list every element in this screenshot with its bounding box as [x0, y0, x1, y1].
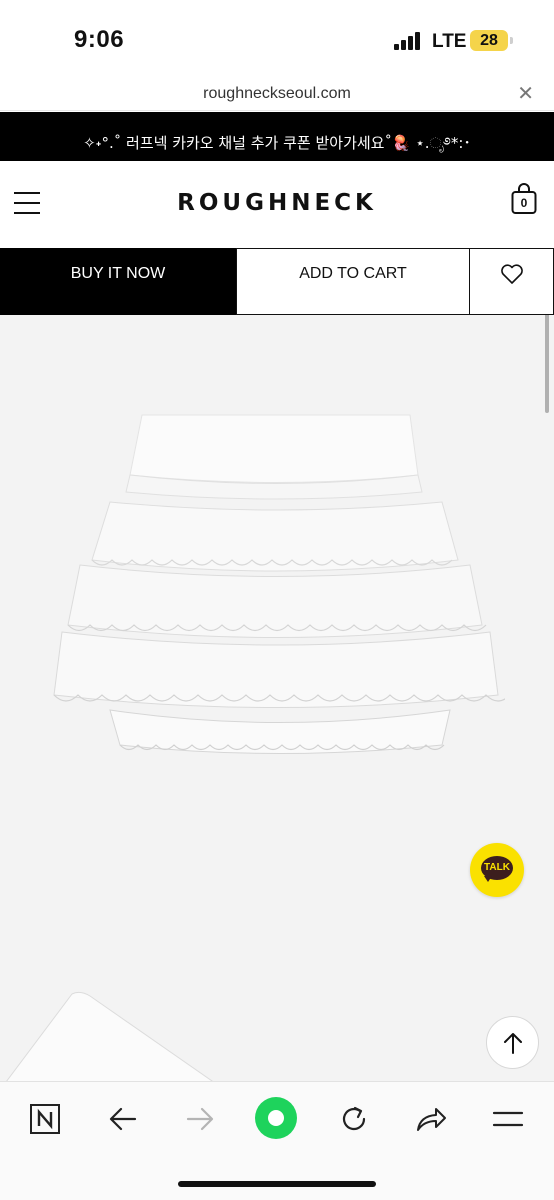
green-dot-icon[interactable]: [254, 1096, 298, 1140]
close-icon[interactable]: ✕: [517, 84, 534, 104]
chat-bubble-tail: [484, 876, 492, 882]
status-time: 9:06: [74, 26, 125, 53]
battery-cap: [510, 37, 513, 44]
forward-arrow-icon[interactable]: [183, 1102, 217, 1136]
share-icon[interactable]: [414, 1102, 448, 1136]
signal-icon: [394, 32, 422, 50]
buy-now-button[interactable]: BUY IT NOW: [0, 248, 236, 315]
scroll-top-button[interactable]: [486, 1016, 539, 1069]
kakao-talk-label: TALK: [484, 862, 510, 873]
site-header: ROUGHNECK 0: [0, 161, 554, 248]
product-gallery[interactable]: [0, 315, 554, 1081]
site-logo[interactable]: ROUGHNECK: [0, 190, 554, 216]
purchase-action-bar: BUY IT NOW ADD TO CART: [0, 248, 554, 315]
shopping-bag-icon[interactable]: 0: [511, 183, 537, 215]
url-text[interactable]: roughneckseoul.com: [0, 85, 554, 103]
naver-icon[interactable]: [28, 1102, 62, 1136]
product-image-ruffle-skirt[interactable]: [50, 410, 505, 765]
arrow-up-icon: [504, 1033, 522, 1054]
announcement-banner[interactable]: ✧˖°.˚ 러프넥 카카오 채널 추가 쿠폰 받아가세요˚🪼 ⋆.ೃ࿔*:･: [0, 112, 554, 161]
network-label: LTE: [432, 31, 467, 52]
page-scrollbar[interactable]: [545, 315, 549, 413]
wishlist-button[interactable]: [469, 248, 554, 315]
menu-icon[interactable]: [491, 1102, 525, 1136]
status-bar: 9:06 LTE 28: [0, 0, 554, 80]
cart-count: 0: [520, 196, 528, 210]
kakao-talk-button[interactable]: TALK: [470, 843, 524, 897]
refresh-icon[interactable]: [337, 1102, 371, 1136]
heart-icon: [501, 264, 523, 284]
browser-toolbar: [0, 1081, 554, 1200]
back-arrow-icon[interactable]: [106, 1102, 140, 1136]
add-to-cart-button[interactable]: ADD TO CART: [236, 248, 470, 315]
home-indicator[interactable]: [178, 1181, 376, 1187]
battery-icon: 28: [470, 30, 508, 51]
product-image-detail[interactable]: [0, 990, 240, 1081]
battery-level: 28: [480, 32, 498, 49]
url-bar[interactable]: roughneckseoul.com ✕: [0, 80, 554, 111]
